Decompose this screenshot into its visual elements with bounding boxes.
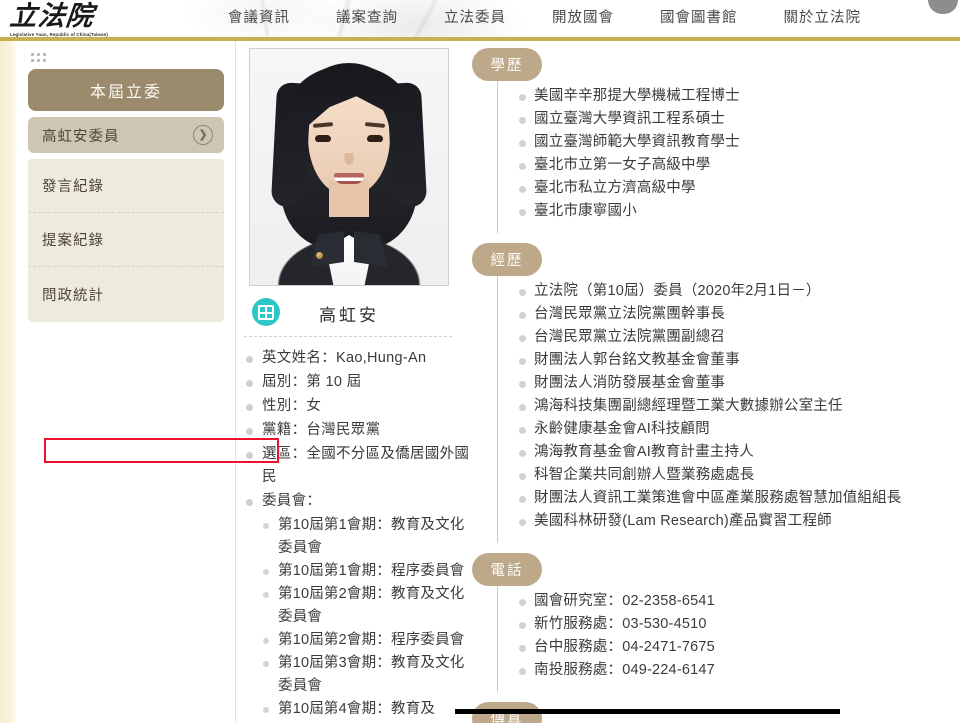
info-english-name: 英文姓名：Kao,Hung-An: [244, 347, 470, 370]
site-header: 立法院 Legislative Yuan, Republic of China(…: [0, 0, 960, 41]
info-committee-label: 委員會：: [244, 490, 470, 513]
logo-english-text: Legislative Yuan, Republic of China(Taiw…: [10, 32, 109, 37]
nav-item-library[interactable]: 國會圖書館: [637, 0, 761, 37]
list-item: 第10屆第3會期：教育及文化委員會: [262, 652, 470, 698]
list-item: 鴻海教育基金會AI教育計畫主持人: [498, 441, 942, 464]
info-party: 黨籍：台灣民眾黨: [244, 419, 470, 442]
list-item: 第10屆第2會期：程序委員會: [262, 629, 470, 652]
section-title-experience: 經歷: [472, 243, 542, 276]
sidebar-item-proposal-records[interactable]: 提案紀錄: [28, 213, 224, 267]
list-item: 國立臺灣大學資訊工程系碩士: [498, 108, 942, 131]
education-list: 美國辛辛那提大學機械工程博士 國立臺灣大學資訊工程系碩士 國立臺灣師範大學資訊教…: [497, 77, 942, 233]
section-education: 學歷 美國辛辛那提大學機械工程博士 國立臺灣大學資訊工程系碩士 國立臺灣師範大學…: [472, 48, 942, 233]
portrait-eye-right: [367, 135, 383, 142]
list-item: 第10屆第4會期：教育及: [262, 698, 470, 721]
committee-list: 第10屆第1會期：教育及文化委員會 第10屆第1會期：程序委員會 第10屆第2會…: [262, 514, 470, 721]
portrait-lapel-pin: [316, 252, 323, 259]
window-control-pill[interactable]: [928, 0, 958, 14]
list-item: 台灣民眾黨立法院黨團幹事長: [498, 303, 942, 326]
list-item: 第10屆第1會期：程序委員會: [262, 560, 470, 583]
detail-column: 學歷 美國辛辛那提大學機械工程博士 國立臺灣大學資訊工程系碩士 國立臺灣師範大學…: [472, 48, 942, 723]
grid-dots-icon[interactable]: [31, 53, 47, 65]
sidebar-item-member-kao[interactable]: 高虹安委員 ❯: [28, 117, 224, 153]
list-item: 臺北市康寧國小: [498, 200, 942, 223]
section-experience: 經歷 立法院（第10屆）委員（2020年2月1日－） 台灣民眾黨立法院黨團幹事長…: [472, 243, 942, 543]
list-item: 財團法人郭台銘文教基金會董事: [498, 349, 942, 372]
list-item: 財團法人消防發展基金會董事: [498, 372, 942, 395]
section-title-phone: 電話: [472, 553, 542, 586]
info-gender: 性別：女: [244, 395, 470, 418]
list-item: 國會研究室：02-2358-6541: [498, 590, 942, 613]
list-item: 第10屆第2會期：教育及文化委員會: [262, 583, 470, 629]
member-name-row: 高虹安: [240, 294, 458, 332]
list-item: 臺北市立第一女子高級中學: [498, 154, 942, 177]
section-title-education: 學歷: [472, 48, 542, 81]
main-navigation: 會議資訊 議案查詢 立法委員 開放國會 國會圖書館 關於立法院: [205, 0, 884, 37]
portrait-nose: [344, 153, 354, 165]
portrait-image: [250, 49, 448, 285]
page-root: 立法院 Legislative Yuan, Republic of China(…: [0, 0, 960, 723]
list-item: 美國科林研發(Lam Research)產品實習工程師: [498, 510, 942, 533]
list-item: 第10屆第1會期：教育及文化委員會: [262, 514, 470, 560]
list-item: 永齡健康基金會AI科技顧問: [498, 418, 942, 441]
list-item: 南投服務處：049-224-6147: [498, 659, 942, 682]
logo-chinese-text: 立法院: [8, 1, 96, 31]
left-accent-strip: [0, 41, 16, 723]
sidebar-item-政-statistics[interactable]: 問政統計: [28, 267, 224, 321]
list-item: 國立臺灣師範大學資訊教育學士: [498, 131, 942, 154]
sidebar-item-speech-records[interactable]: 發言紀錄: [28, 159, 224, 213]
list-item-highlighted: 科智企業共同創辦人暨業務處處長: [498, 464, 942, 487]
portrait-neck: [329, 181, 369, 217]
list-item: 美國辛辛那提大學機械工程博士: [498, 85, 942, 108]
sidebar-sub-menu: 發言紀錄 提案紀錄 問政統計: [28, 159, 224, 322]
sidebar: 本屆立委 高虹安委員 ❯ 發言紀錄 提案紀錄 問政統計: [16, 41, 236, 723]
list-item: 新竹服務處：03-530-4510: [498, 613, 942, 636]
nav-item-legislators[interactable]: 立法委員: [421, 0, 529, 37]
nav-item-open-parliament[interactable]: 開放國會: [529, 0, 637, 37]
section-phone: 電話 國會研究室：02-2358-6541 新竹服務處：03-530-4510 …: [472, 553, 942, 692]
list-item: 財團法人資訊工業策進會中區產業服務處智慧加值組組長: [498, 487, 942, 510]
taiwan-peoples-party-icon: [252, 298, 280, 326]
info-constituency: 選區：全國不分區及僑居國外國民: [244, 443, 470, 489]
info-term: 屆別：第 10 屆: [244, 371, 470, 394]
list-item: 立法院（第10屆）委員（2020年2月1日－）: [498, 280, 942, 303]
member-info-list: 英文姓名：Kao,Hung-An 屆別：第 10 屆 性別：女 黨籍：台灣民眾黨…: [244, 347, 470, 721]
list-item: 臺北市私立方濟高級中學: [498, 177, 942, 200]
nav-item-meeting-info[interactable]: 會議資訊: [205, 0, 313, 37]
site-logo[interactable]: 立法院 Legislative Yuan, Republic of China(…: [8, 1, 170, 37]
profile-divider: [244, 336, 452, 337]
phone-list: 國會研究室：02-2358-6541 新竹服務處：03-530-4510 台中服…: [497, 582, 942, 692]
sidebar-member-label: 高虹安委員: [42, 128, 120, 145]
portrait-mouth: [334, 173, 364, 184]
list-item: 台灣民眾黨立法院黨團副總召: [498, 326, 942, 349]
horizontal-scrollbar[interactable]: [455, 709, 840, 714]
nav-item-about[interactable]: 關於立法院: [761, 0, 885, 37]
sidebar-item-current-legislators[interactable]: 本屆立委: [28, 69, 224, 111]
list-item: 台中服務處：04-2471-7675: [498, 636, 942, 659]
sidebar-main-label: 本屆立委: [89, 84, 162, 101]
member-portrait-photo: [249, 48, 449, 286]
experience-list: 立法院（第10屆）委員（2020年2月1日－） 台灣民眾黨立法院黨團幹事長 台灣…: [497, 272, 942, 543]
portrait-eye-left: [315, 135, 331, 142]
chevron-right-icon[interactable]: ❯: [193, 125, 213, 145]
nav-item-bill-search[interactable]: 議案查詢: [313, 0, 421, 37]
profile-column: 高虹安 英文姓名：Kao,Hung-An 屆別：第 10 屆 性別：女 黨籍：台…: [240, 48, 470, 721]
list-item: 鴻海科技集團副總經理暨工業大數據辦公室主任: [498, 395, 942, 418]
